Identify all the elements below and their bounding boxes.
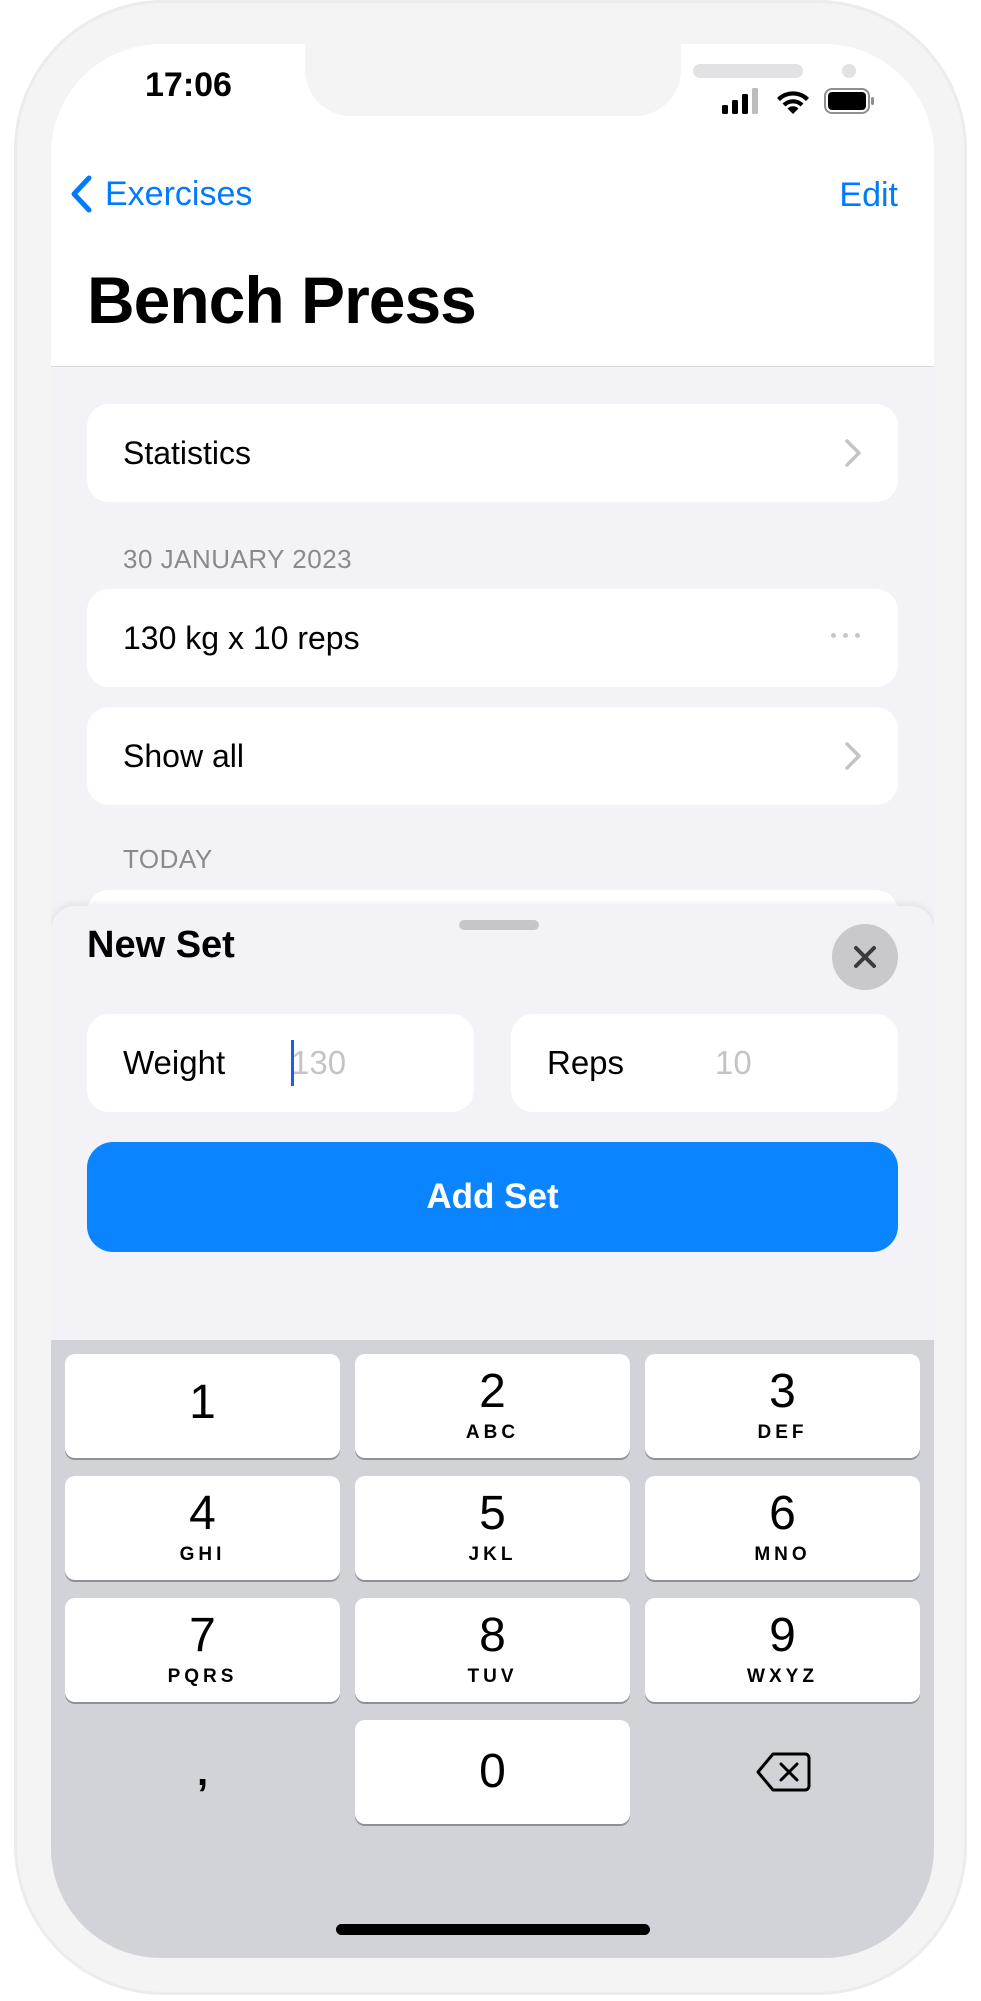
close-button[interactable] (832, 924, 898, 990)
key-5[interactable]: 5 JKL (355, 1476, 630, 1580)
cellular-signal-icon (722, 88, 758, 114)
section-header-date: 30 JANUARY 2023 (123, 544, 353, 574)
edit-button[interactable]: Edit (839, 176, 898, 215)
weight-field[interactable]: Weight (87, 1014, 474, 1112)
backspace-icon (756, 1752, 810, 1792)
text-cursor (291, 1040, 294, 1086)
show-all-label: Show all (123, 737, 244, 774)
numeric-keyboard: 1 2 ABC 3 DEF 4 GHI 5 JKL 6 MNO 7 PQRS 8 (51, 1340, 934, 1958)
section-header-today: TODAY (123, 844, 213, 874)
chevron-left-icon (71, 175, 92, 213)
sheet-title: New Set (87, 924, 235, 966)
wifi-icon (777, 91, 809, 114)
back-button-label: Exercises (105, 174, 253, 213)
statistics-row[interactable]: Statistics (87, 404, 898, 502)
weight-label: Weight (123, 1044, 226, 1081)
status-time: 17:06 (145, 66, 232, 104)
key-2[interactable]: 2 ABC (355, 1354, 630, 1458)
show-all-row[interactable]: Show all (87, 707, 898, 805)
chevron-right-icon (845, 742, 861, 770)
key-0[interactable]: 0 (355, 1720, 630, 1824)
status-icons (722, 86, 876, 116)
battery-icon (824, 88, 874, 114)
key-8[interactable]: 8 TUV (355, 1598, 630, 1702)
reps-input[interactable] (715, 1044, 865, 1082)
weight-input[interactable] (291, 1044, 441, 1082)
key-comma[interactable]: , (65, 1720, 340, 1824)
back-button[interactable]: Exercises (69, 174, 252, 214)
history-set-label: 130 kg x 10 reps (123, 619, 360, 656)
more-icon[interactable] (831, 633, 860, 638)
close-icon (854, 946, 876, 968)
front-camera (842, 64, 856, 78)
reps-label: Reps (547, 1044, 625, 1081)
phone-screen: 17:06 Exercises Edit Bench Press Statist… (51, 44, 934, 1958)
page-title: Bench Press (87, 263, 477, 337)
key-1[interactable]: 1 (65, 1354, 340, 1458)
key-3[interactable]: 3 DEF (645, 1354, 920, 1458)
statistics-label: Statistics (123, 434, 252, 471)
key-6[interactable]: 6 MNO (645, 1476, 920, 1580)
key-9[interactable]: 9 WXYZ (645, 1598, 920, 1702)
sheet-grabber[interactable] (459, 920, 539, 930)
reps-field[interactable]: Reps (511, 1014, 898, 1112)
key-4[interactable]: 4 GHI (65, 1476, 340, 1580)
speaker-grille (693, 64, 803, 78)
key-7[interactable]: 7 PQRS (65, 1598, 340, 1702)
delete-key[interactable] (645, 1720, 920, 1824)
add-set-button[interactable]: Add Set (87, 1142, 898, 1252)
history-set-row[interactable]: 130 kg x 10 reps (87, 589, 898, 687)
navigation-bar: 17:06 Exercises Edit Bench Press (51, 44, 934, 367)
notch (305, 44, 856, 116)
chevron-right-icon (845, 439, 861, 467)
home-indicator[interactable] (336, 1924, 650, 1935)
